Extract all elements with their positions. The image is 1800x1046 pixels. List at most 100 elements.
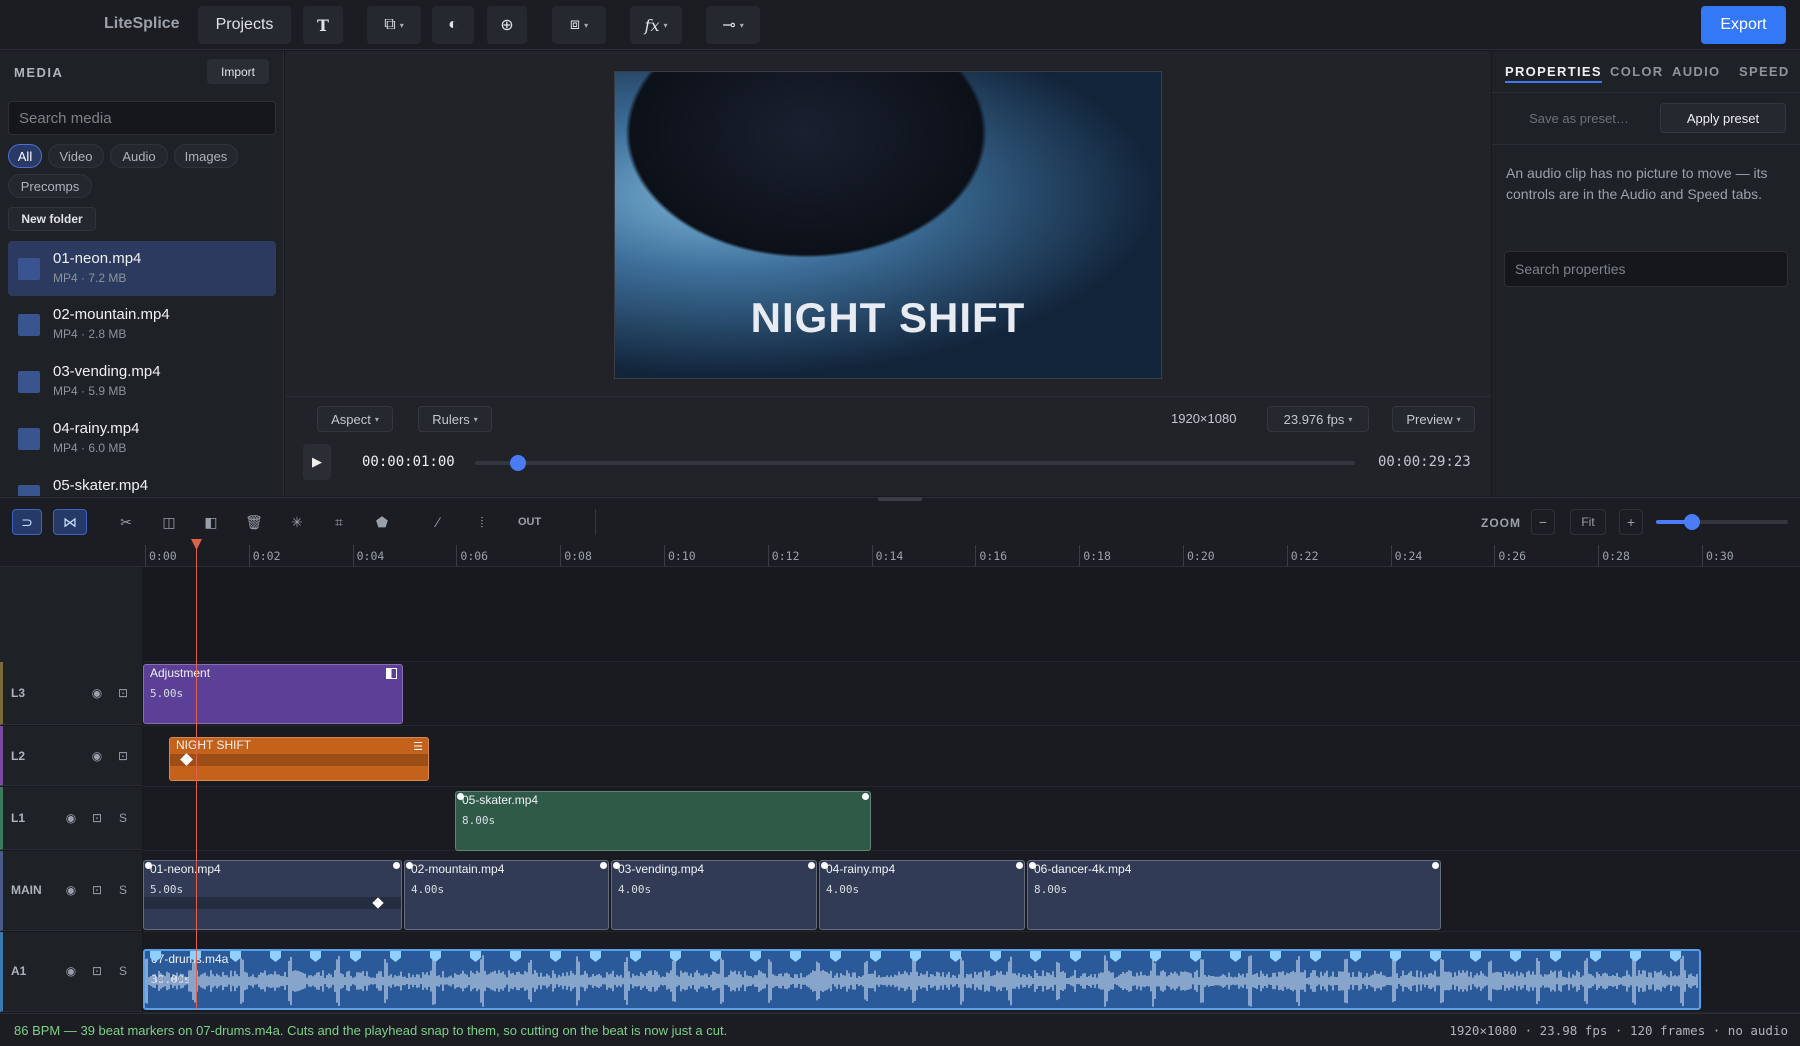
adjustment-clip[interactable]: Adjustment 5.00s xyxy=(143,664,403,724)
fx-tool-button[interactable]: fx ▾ xyxy=(630,6,682,44)
text-tool-button[interactable]: T xyxy=(303,6,343,44)
clip-handle[interactable] xyxy=(600,862,607,869)
main-clip[interactable]: 03-vending.mp4 4.00s xyxy=(611,860,817,930)
snap-toggle[interactable]: ⊃ xyxy=(12,509,42,535)
crop-button[interactable]: ⌗ xyxy=(325,509,353,535)
scrubber-handle[interactable] xyxy=(510,455,527,471)
clip-handle[interactable] xyxy=(1029,862,1036,869)
panel-resize-handle[interactable] xyxy=(878,497,922,501)
filter-video[interactable]: Video xyxy=(48,144,104,168)
video-clip[interactable]: 05-skater.mp4 8.00s xyxy=(455,791,871,851)
eye-icon[interactable]: ◉ xyxy=(88,684,106,702)
fps-button[interactable]: 23.976 fps ▾ xyxy=(1267,406,1369,432)
main-clip[interactable]: 06-dancer-4k.mp4 8.00s xyxy=(1027,860,1441,930)
lock-icon[interactable]: ⊡ xyxy=(88,881,106,899)
media-item[interactable]: 05-skater.mp4 xyxy=(8,468,276,496)
zoom-in-button[interactable]: + xyxy=(1619,509,1643,535)
chevron-down-icon: ▾ xyxy=(1456,414,1461,424)
eye-icon[interactable]: ◉ xyxy=(62,881,80,899)
tab-audio[interactable]: AUDIO xyxy=(1672,64,1720,79)
media-search-input[interactable]: Search media xyxy=(8,101,276,135)
clip-duration: 4.00s xyxy=(411,883,445,896)
media-item[interactable]: 04-rainy.mp4 MP4 · 6.0 MB xyxy=(8,411,276,466)
scrubber[interactable] xyxy=(475,455,1355,471)
preview-mode-button[interactable]: Preview ▾ xyxy=(1392,406,1475,432)
apply-preset-button[interactable]: Apply preset xyxy=(1660,103,1786,133)
clip-handle[interactable] xyxy=(1016,862,1023,869)
clip-handle[interactable] xyxy=(808,862,815,869)
clip-handle[interactable] xyxy=(613,862,620,869)
out-point-button[interactable]: OUT xyxy=(512,509,596,535)
delete-button[interactable]: 🗑 xyxy=(240,509,268,535)
play-button[interactable]: ▶ xyxy=(303,444,331,480)
curve-icon: ∕ xyxy=(436,514,440,530)
tab-speed[interactable]: SPEED xyxy=(1739,64,1790,79)
rulers-button[interactable]: Rulers ▾ xyxy=(418,406,492,432)
filter-all[interactable]: All xyxy=(8,144,42,168)
tab-color[interactable]: COLOR xyxy=(1610,64,1663,79)
eye-icon[interactable]: ◉ xyxy=(88,747,106,765)
media-item[interactable]: 03-vending.mp4 MP4 · 5.9 MB xyxy=(8,354,276,409)
clip-handle[interactable] xyxy=(1432,862,1439,869)
save-preset-button[interactable]: Save as preset… xyxy=(1506,103,1652,133)
chevron-down-icon: ▾ xyxy=(399,20,404,30)
main-clip[interactable]: 02-mountain.mp4 4.00s xyxy=(404,860,609,930)
audio-clip[interactable]: 07-drums.m4a 30.00s xyxy=(143,949,1701,1010)
curve-button[interactable]: ∕ xyxy=(424,509,452,535)
solo-button[interactable]: S xyxy=(114,962,132,980)
clip-handle[interactable] xyxy=(821,862,828,869)
playhead[interactable] xyxy=(191,539,202,1009)
lock-icon[interactable]: ⊡ xyxy=(114,747,132,765)
eye-icon[interactable]: ◉ xyxy=(62,809,80,827)
media-item[interactable]: 01-neon.mp4 MP4 · 7.2 MB xyxy=(8,241,276,296)
chevron-down-icon: ▾ xyxy=(584,20,589,30)
beat-detect-button[interactable]: ⦙ xyxy=(468,509,496,535)
lock-icon[interactable]: ⊡ xyxy=(88,809,106,827)
marker-button[interactable]: ⬟ xyxy=(368,509,396,535)
title-clip[interactable]: NIGHT SHIFT ☰ xyxy=(169,737,429,781)
tab-properties[interactable]: PROPERTIES xyxy=(1505,64,1602,83)
overlay-tool-button[interactable]: ⧈ ▾ xyxy=(552,6,606,44)
clip-handle[interactable] xyxy=(393,862,400,869)
zoom-slider-handle[interactable] xyxy=(1684,514,1700,530)
zoom-fit-button[interactable]: Fit xyxy=(1570,509,1606,535)
properties-search-input[interactable]: Search properties xyxy=(1504,251,1788,287)
lock-icon[interactable]: ⊡ xyxy=(114,684,132,702)
solo-button[interactable]: S xyxy=(114,809,132,827)
filter-precomps[interactable]: Precomps xyxy=(8,174,92,198)
export-button[interactable]: Export xyxy=(1701,6,1786,44)
toggle-tool-button[interactable]: ⊸ ▾ xyxy=(706,6,760,44)
add-tool-button[interactable]: ⊕ xyxy=(487,6,527,44)
track-header-l2: L2 ◉ ⊡ xyxy=(0,726,142,786)
clip-handle[interactable] xyxy=(145,862,152,869)
clip-handle[interactable] xyxy=(457,793,464,800)
main-clip[interactable]: 04-rainy.mp4 4.00s xyxy=(819,860,1025,930)
aspect-button[interactable]: Aspect ▾ xyxy=(317,406,393,432)
solo-button[interactable]: S xyxy=(114,881,132,899)
time-ruler[interactable]: 0:00 0:02 0:04 0:06 0:08 0:10 0:12 0:14 0:16 0:18… xyxy=(0,545,1800,567)
split-button[interactable]: ◫ xyxy=(155,509,183,535)
clip-label: Adjustment xyxy=(150,666,211,680)
new-folder-button[interactable]: New folder xyxy=(8,207,96,231)
media-item[interactable]: 02-mountain.mp4 MP4 · 2.8 MB xyxy=(8,297,276,352)
lock-icon[interactable]: ⊡ xyxy=(88,962,106,980)
shapes-tool-button[interactable]: ⧉ ▾ xyxy=(367,6,421,44)
eye-icon[interactable]: ◉ xyxy=(62,962,80,980)
clip-handle[interactable] xyxy=(406,862,413,869)
zoom-slider[interactable] xyxy=(1656,514,1788,530)
ruler-tick: 0:14 xyxy=(871,545,903,567)
zoom-out-button[interactable]: − xyxy=(1531,509,1555,535)
clip-handle[interactable] xyxy=(862,793,869,800)
color-tool-button[interactable]: ◐ xyxy=(432,6,474,44)
filter-images[interactable]: Images xyxy=(174,144,238,168)
main-clip[interactable]: 01-neon.mp4 5.00s xyxy=(143,860,402,930)
video-preview[interactable]: NIGHT SHIFT xyxy=(614,71,1162,379)
clip-duration: 8.00s xyxy=(462,814,496,827)
filter-audio[interactable]: Audio xyxy=(110,144,168,168)
freeze-button[interactable]: ✳ xyxy=(283,509,311,535)
cut-button[interactable]: ✂ xyxy=(112,509,140,535)
ripple-toggle[interactable]: ⋈ xyxy=(53,509,87,535)
import-button[interactable]: Import xyxy=(207,59,269,84)
trim-button[interactable]: ◧ xyxy=(197,509,225,535)
projects-button[interactable]: Projects xyxy=(198,6,291,44)
